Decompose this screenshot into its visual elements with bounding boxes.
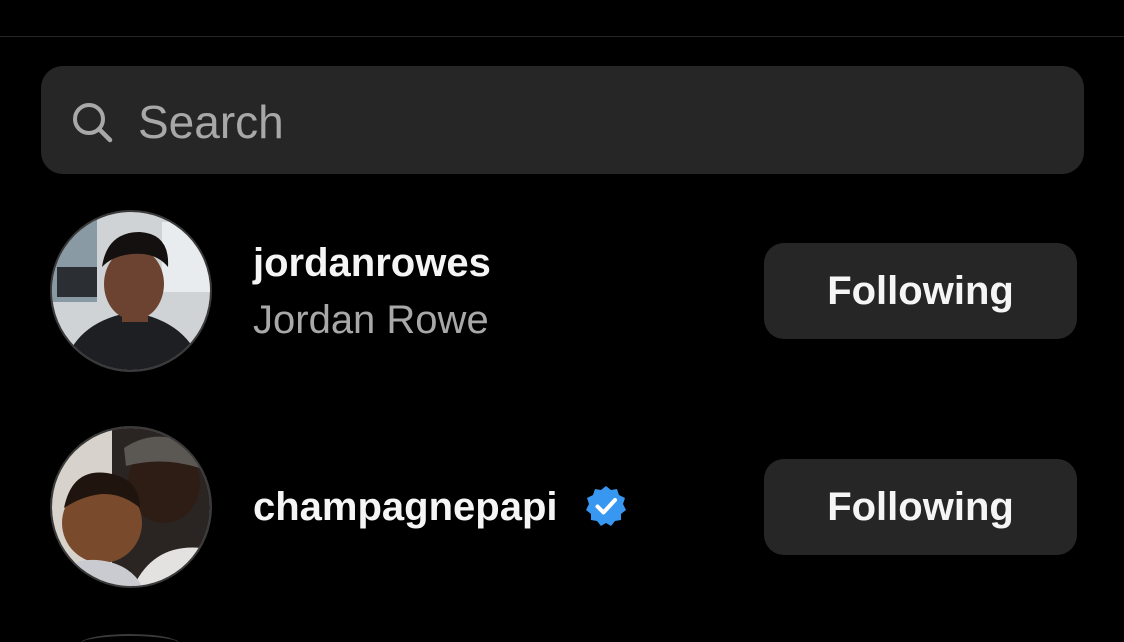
following-list-screen: jordanrowes Jordan Rowe Following champa… <box>0 0 1124 642</box>
username[interactable]: champagnepapi <box>253 485 558 530</box>
avatar[interactable] <box>50 426 212 588</box>
following-button[interactable]: Following <box>764 243 1077 339</box>
search-icon <box>73 103 113 143</box>
search-input[interactable] <box>138 90 1038 154</box>
avatar <box>80 634 180 642</box>
top-divider <box>0 36 1124 37</box>
avatar[interactable] <box>50 210 212 372</box>
full-name: Jordan Rowe <box>253 298 489 342</box>
verified-badge-icon <box>586 486 626 526</box>
following-button[interactable]: Following <box>764 459 1077 555</box>
username[interactable]: jordanrowes <box>253 241 491 286</box>
